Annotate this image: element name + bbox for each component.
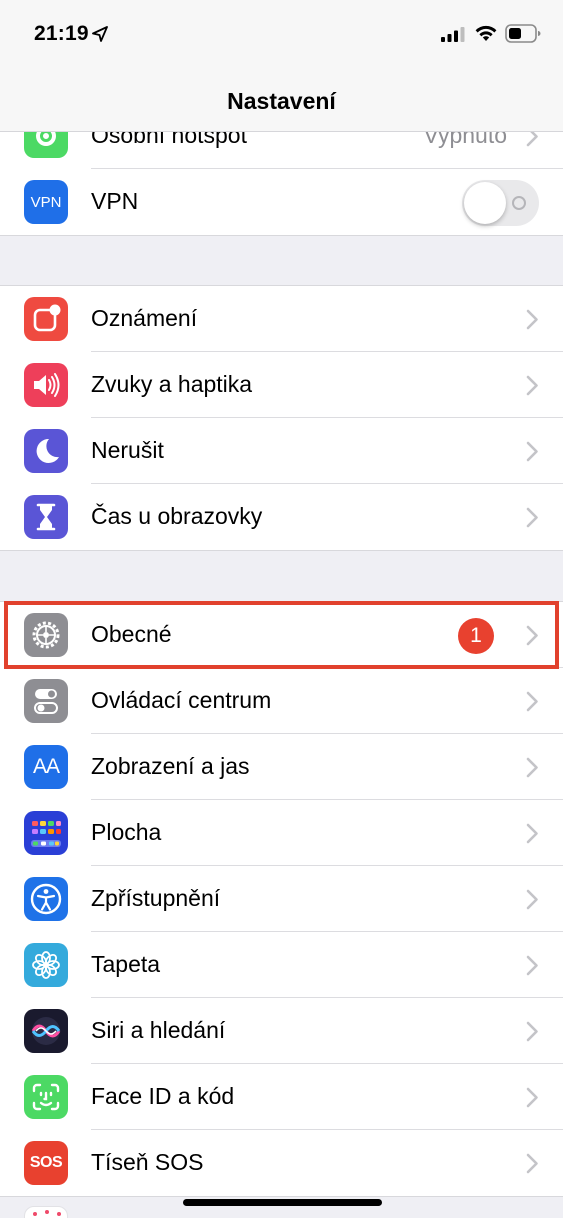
row-label: Face ID a kód	[91, 1083, 235, 1109]
battery-icon	[505, 24, 541, 43]
moon-icon	[24, 429, 68, 473]
row-label: Oznámení	[91, 305, 198, 331]
toggle-knob	[464, 182, 506, 224]
speaker-icon	[24, 363, 68, 407]
row-wallpaper[interactable]: Tapeta	[0, 932, 563, 998]
row-label: Ovládací centrum	[91, 687, 272, 713]
next-row-icon-partial	[24, 1206, 68, 1218]
group-general: Obecné 1 Ovládací centrum AA Zobrazení a…	[0, 601, 563, 1197]
row-home-screen[interactable]: Plocha	[0, 800, 563, 866]
face-id-icon	[24, 1075, 68, 1119]
row-label: Plocha	[91, 819, 162, 845]
settings-list: Osobní hotspot Vypnuto VPN VPN Oznámení	[0, 0, 563, 1218]
row-label: Nerušit	[91, 437, 164, 463]
row-do-not-disturb[interactable]: Nerušit	[0, 418, 563, 484]
chevron-right-icon	[526, 507, 538, 528]
row-label: Zobrazení a jas	[91, 753, 250, 779]
hourglass-icon	[24, 495, 68, 539]
row-label: Siri a hledání	[91, 1017, 226, 1043]
wifi-icon	[475, 25, 497, 41]
row-label: Tapeta	[91, 951, 161, 977]
chevron-right-icon	[526, 691, 538, 712]
vpn-icon: VPN	[24, 180, 68, 224]
chevron-right-icon	[526, 1153, 538, 1174]
notifications-icon	[24, 297, 68, 341]
page-title: Nastavení	[227, 88, 336, 114]
chevron-right-icon	[526, 1087, 538, 1108]
chevron-right-icon	[526, 889, 538, 910]
navigation-bar: Nastavení	[0, 66, 563, 132]
status-time: 21:19	[34, 22, 89, 45]
vpn-icon-text: VPN	[30, 193, 62, 211]
home-screen-icon	[24, 811, 68, 855]
row-screen-time[interactable]: Čas u obrazovky	[0, 484, 563, 550]
toggle-off-indicator	[512, 196, 526, 210]
row-siri-search[interactable]: Siri a hledání	[0, 998, 563, 1064]
gear-icon	[24, 613, 68, 657]
update-badge: 1	[458, 618, 494, 654]
chevron-right-icon	[526, 823, 538, 844]
row-label: Obecné	[91, 621, 172, 647]
row-label: Zpřístupnění	[91, 885, 221, 911]
row-sounds-haptics[interactable]: Zvuky a haptika	[0, 352, 563, 418]
row-label: Zvuky a haptika	[91, 371, 253, 397]
chevron-right-icon	[526, 309, 538, 330]
row-label: Čas u obrazovky	[91, 503, 263, 529]
row-vpn: VPN VPN	[0, 169, 563, 235]
display-brightness-icon: AA	[24, 745, 68, 789]
chevron-right-icon	[526, 375, 538, 396]
home-indicator[interactable]	[183, 1199, 382, 1206]
control-center-icon	[24, 679, 68, 723]
chevron-right-icon	[526, 625, 538, 646]
row-display-brightness[interactable]: AA Zobrazení a jas	[0, 734, 563, 800]
chevron-right-icon	[526, 955, 538, 976]
row-emergency-sos[interactable]: SOS Tíseň SOS	[0, 1130, 563, 1196]
display-icon-text: AA	[32, 755, 60, 778]
sos-icon-text: SOS	[29, 1154, 63, 1171]
row-general[interactable]: Obecné 1	[0, 602, 563, 668]
row-label: VPN	[91, 188, 139, 214]
status-bar: 21:19	[0, 0, 563, 66]
sos-icon: SOS	[24, 1141, 68, 1185]
cellular-signal-icon	[441, 27, 465, 42]
row-label: Tíseň SOS	[91, 1149, 204, 1175]
location-arrow-icon	[92, 26, 108, 42]
row-control-center[interactable]: Ovládací centrum	[0, 668, 563, 734]
row-face-id[interactable]: Face ID a kód	[0, 1064, 563, 1130]
accessibility-icon	[24, 877, 68, 921]
chevron-right-icon	[526, 441, 538, 462]
group-notifications: Oznámení Zvuky a haptika Nerušit Čas u o…	[0, 285, 563, 551]
wallpaper-icon	[24, 943, 68, 987]
vpn-toggle[interactable]	[462, 180, 539, 226]
siri-icon	[24, 1009, 68, 1053]
chevron-right-icon	[526, 1021, 538, 1042]
row-notifications[interactable]: Oznámení	[0, 286, 563, 352]
row-accessibility[interactable]: Zpřístupnění	[0, 866, 563, 932]
chevron-right-icon	[526, 757, 538, 778]
